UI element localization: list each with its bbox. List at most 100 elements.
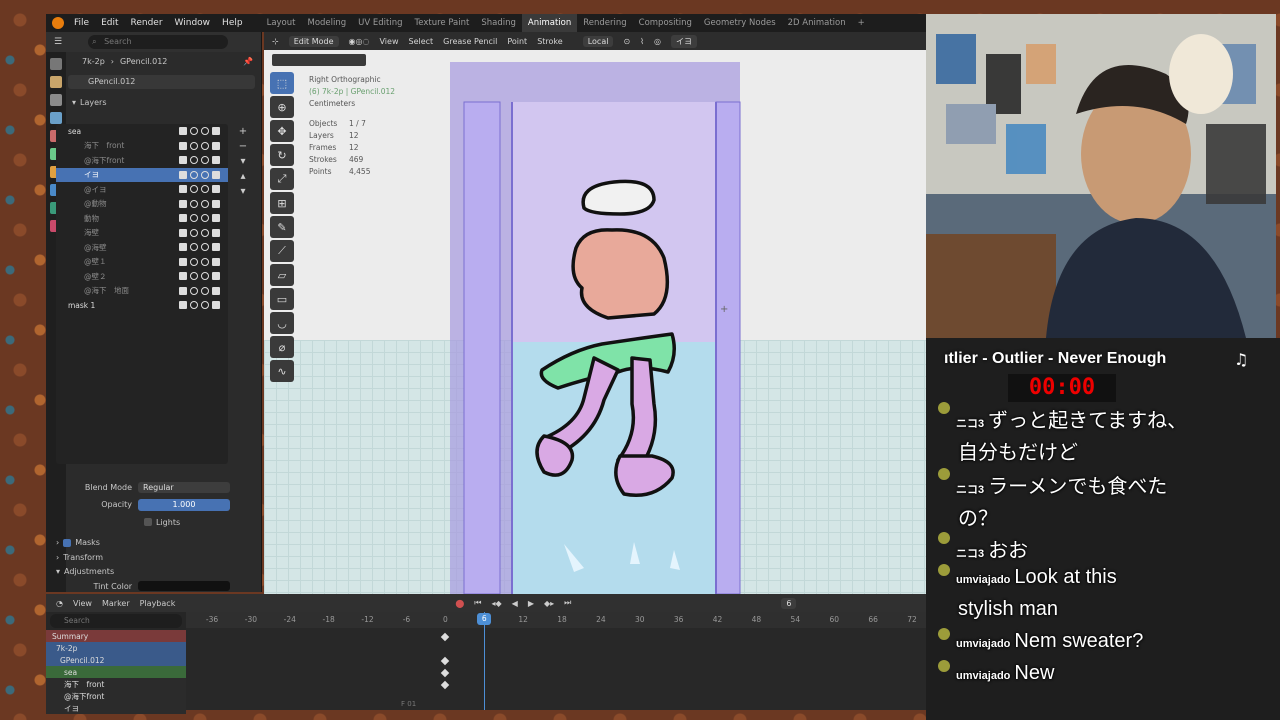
onion-icon[interactable] [190,170,198,179]
menu-render[interactable]: Render [125,18,169,28]
editor-type-icon[interactable]: ⊹ [272,37,279,46]
tab-modeling[interactable]: Modeling [301,14,352,32]
prev-keyframe-button[interactable]: ◂◆ [491,599,501,608]
blender-logo-icon[interactable] [52,17,64,29]
transform-tool-icon[interactable]: ⊞ [270,192,294,214]
timeline-view-menu[interactable]: View [73,599,92,608]
mask-icon[interactable] [179,286,187,295]
onion-icon[interactable] [190,301,198,310]
eye-icon[interactable] [201,257,209,266]
stroke-menu[interactable]: Stroke [537,37,563,46]
3d-viewport[interactable]: ⊹ Edit Mode ◉◎◌ View Select Grease Penci… [264,32,926,594]
lock-icon[interactable] [212,301,220,310]
lock-icon[interactable] [212,156,220,165]
onion-icon[interactable] [190,127,198,136]
onion-icon[interactable] [190,257,198,266]
view-menu[interactable]: View [380,37,399,46]
mask-icon[interactable] [179,301,187,310]
view-layer-tab-icon[interactable] [50,112,62,124]
snap-icon[interactable]: ⌇ [640,37,644,46]
eye-icon[interactable] [201,156,209,165]
editor-type-icon[interactable]: ☰ [54,37,62,47]
layers-panel-header[interactable]: ▾ Layers [68,95,261,110]
masks-checkbox[interactable] [63,538,72,547]
timeline-playback-menu[interactable]: Playback [140,599,176,608]
mask-icon[interactable] [179,257,187,266]
shear-tool-icon[interactable]: ▱ [270,264,294,286]
transform-panel-header[interactable]: Transform [63,553,103,562]
add-workspace-button[interactable]: + [852,14,871,32]
onion-icon[interactable] [190,156,198,165]
current-frame-field[interactable]: 6 [781,597,797,609]
layer-row[interactable]: @海下 地面 [56,284,228,299]
layer-row[interactable]: 動物 [56,211,228,226]
layer-row[interactable]: sea [56,124,228,139]
next-keyframe-button[interactable]: ◆▸ [544,599,554,608]
editor-type-icon[interactable]: ◔ [56,599,63,608]
channel-row[interactable]: sea [46,666,186,678]
jump-start-button[interactable]: ⏮ [474,598,481,608]
move-up-button[interactable]: ▴ [236,169,250,184]
channel-row[interactable]: イヨ [46,702,186,714]
cursor-tool-icon[interactable]: ⊕ [270,96,294,118]
scale-tool-icon[interactable]: ⤢ [270,168,294,190]
menu-file[interactable]: File [68,18,95,28]
mask-icon[interactable] [179,228,187,237]
select-menu[interactable]: Select [408,37,433,46]
select-mode-icon[interactable]: ◉◎◌ [349,37,370,46]
point-menu[interactable]: Point [507,37,527,46]
tab-texture-paint[interactable]: Texture Paint [409,14,476,32]
lock-icon[interactable] [212,185,220,194]
lock-icon[interactable] [212,272,220,281]
tool-tab-icon[interactable] [50,58,62,70]
output-tab-icon[interactable] [50,94,62,106]
channel-row[interactable]: GPencil.012 [46,654,186,666]
layer-row[interactable]: @海壁 [56,240,228,255]
layer-row[interactable]: 海壁 [56,226,228,241]
mask-icon[interactable] [179,141,187,150]
mask-icon[interactable] [179,199,187,208]
lock-icon[interactable] [212,214,220,223]
mode-select[interactable]: Edit Mode [288,35,339,47]
remove-layer-button[interactable]: − [236,139,250,154]
playhead[interactable] [484,612,486,710]
layer-row[interactable]: @イヨ [56,182,228,197]
onion-icon[interactable] [190,272,198,281]
channel-row[interactable]: 海下 front [46,678,186,690]
tab-uv-editing[interactable]: UV Editing [352,14,408,32]
mask-icon[interactable] [179,170,187,179]
tab-rendering[interactable]: Rendering [577,14,632,32]
tab-compositing[interactable]: Compositing [633,14,698,32]
tab-2d-animation[interactable]: 2D Animation [782,14,852,32]
play-button[interactable]: ▶ [528,599,534,608]
select-box-tool-icon[interactable]: ⬚ [270,72,294,94]
timeline-marker-menu[interactable]: Marker [102,599,130,608]
lock-icon[interactable] [212,286,220,295]
layer-row[interactable]: 海下 front [56,139,228,154]
layer-row[interactable]: @壁２ [56,269,228,284]
onion-icon[interactable] [190,141,198,150]
channel-row[interactable]: @海下front [46,690,186,702]
tint-color-field[interactable] [138,581,230,592]
properties-search-input[interactable]: ⌕ Search [88,35,229,49]
eye-icon[interactable] [201,228,209,237]
lights-checkbox[interactable] [144,518,152,527]
layer-row[interactable]: @海下front [56,153,228,168]
tab-animation[interactable]: Animation [521,14,578,32]
onion-icon[interactable] [190,214,198,223]
proportional-icon[interactable]: ◎ [654,37,661,46]
onion-icon[interactable] [190,286,198,295]
onion-icon[interactable] [190,243,198,252]
jump-end-button[interactable]: ⏭ [564,598,571,608]
radius-tool-icon[interactable]: ◡ [270,312,294,334]
eye-icon[interactable] [201,141,209,150]
record-button[interactable]: ⬤ [455,599,464,608]
eye-icon[interactable] [201,272,209,281]
menu-help[interactable]: Help [216,18,249,28]
onion-icon[interactable] [190,228,198,237]
pivot-icon[interactable]: ⊙ [623,37,630,46]
render-tab-icon[interactable] [50,76,62,88]
lock-icon[interactable] [212,170,220,179]
lock-icon[interactable] [212,243,220,252]
channel-row[interactable]: Summary [46,630,186,642]
